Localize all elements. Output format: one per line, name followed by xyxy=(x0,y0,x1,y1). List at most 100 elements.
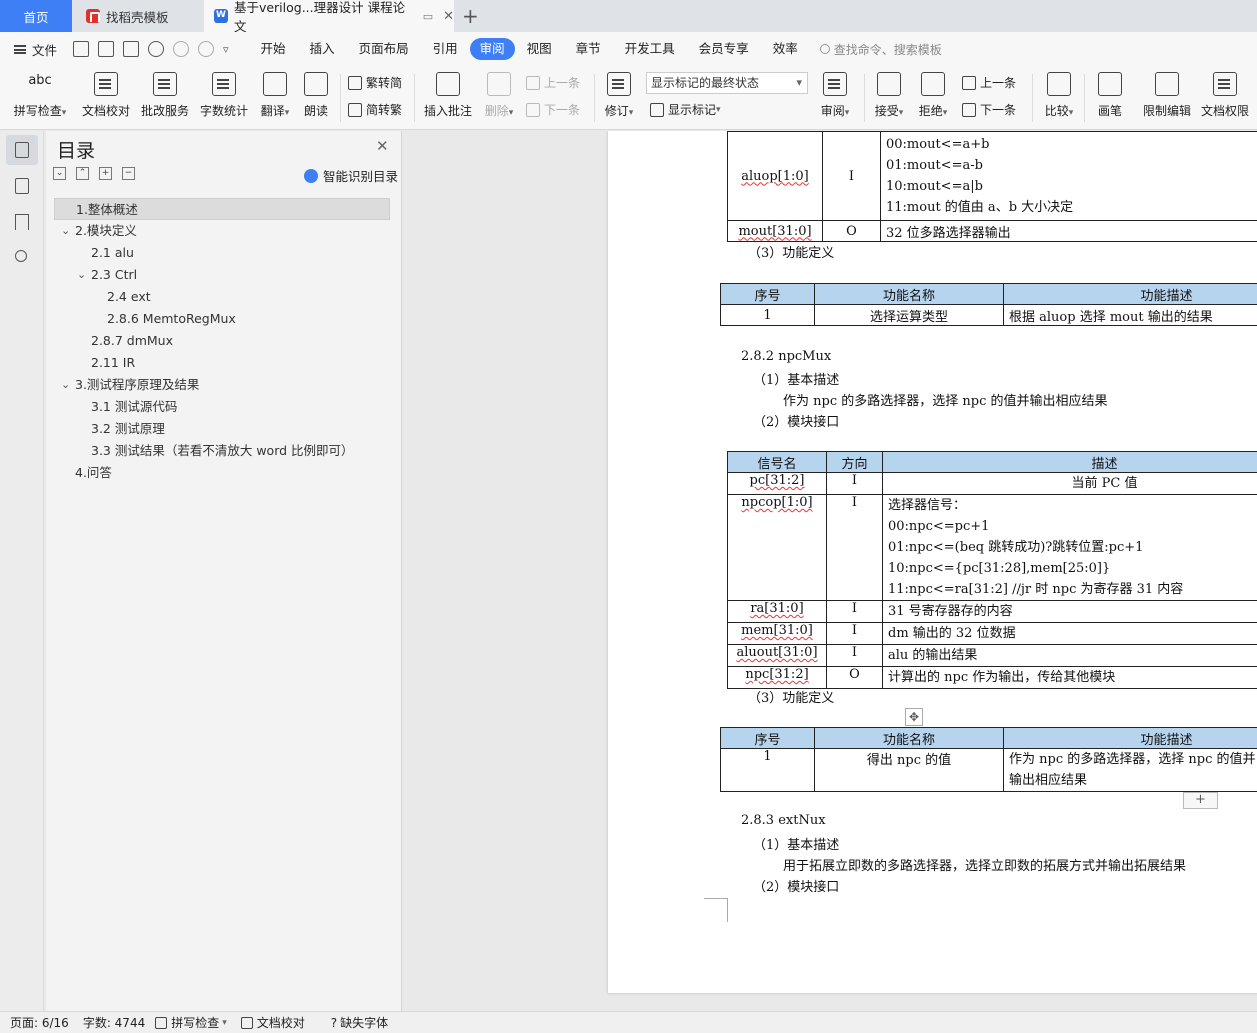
menu-tab-6[interactable]: 章节 xyxy=(564,38,613,60)
toc-item[interactable]: 3.1 测试源代码 xyxy=(54,396,390,418)
table-cell[interactable]: ra[31:0] xyxy=(727,600,827,623)
print-icon[interactable] xyxy=(123,41,140,57)
track-changes-button[interactable]: 修订▾ xyxy=(600,70,638,119)
delete-comment-button[interactable]: 删除▾ xyxy=(480,70,518,119)
tab-template[interactable]: 找稻壳模板 xyxy=(76,0,200,32)
toc-item[interactable]: ⌄ 2.模块定义 xyxy=(54,220,390,242)
table-cell[interactable]: aluout[31:0] xyxy=(727,644,827,667)
table-cell[interactable]: 选择运算类型 xyxy=(814,304,1004,326)
next-change-button[interactable]: 下一条 xyxy=(962,101,1016,118)
pen-button[interactable]: 画笔 xyxy=(1092,70,1128,119)
accept-button[interactable]: 接受▾ xyxy=(870,70,908,119)
markup-state-select[interactable]: 显示标记的最终状态 xyxy=(646,72,808,94)
table-cell[interactable]: 当前 PC 值 xyxy=(882,472,1257,495)
add-row-button[interactable]: + xyxy=(1183,792,1218,809)
table-cell[interactable]: 得出 npc 的值 xyxy=(814,748,1004,792)
add-level-icon[interactable]: + xyxy=(99,167,112,180)
table-cell[interactable]: 根据 aluop 选择 mout 输出的结果 xyxy=(1003,304,1257,326)
table-cell[interactable]: 32 位多路选择器输出 xyxy=(880,220,1257,242)
toc-item[interactable]: 2.1 alu xyxy=(54,242,390,264)
tab-document[interactable]: 基于verilog...理器设计 课程论文 ▭ ✕ xyxy=(204,0,454,34)
toc-item[interactable]: 3.2 测试原理 xyxy=(54,418,390,440)
table-cell[interactable]: I xyxy=(826,472,883,495)
menu-tab-2[interactable]: 页面布局 xyxy=(347,38,421,60)
spell-check-button[interactable]: abc 拼写检查▾ xyxy=(10,70,70,119)
table-cell[interactable]: mout[31:0] xyxy=(727,220,823,242)
table-cell[interactable]: 作为 npc 的多路选择器，选择 npc 的值并 输出相应结果 xyxy=(1003,748,1257,792)
table-cell[interactable]: I xyxy=(822,131,881,221)
prev-comment-button[interactable]: 上一条 xyxy=(526,74,580,91)
toc-item[interactable]: 2.8.7 dmMux xyxy=(54,330,390,352)
table-cell[interactable]: pc[31:2] xyxy=(727,472,827,495)
table-cell[interactable]: 31 号寄存器存的内容 xyxy=(882,600,1257,623)
chevron-down-icon[interactable]: ⌄ xyxy=(61,220,70,242)
reject-button[interactable]: 拒绝▾ xyxy=(914,70,952,119)
find-pane-button[interactable] xyxy=(6,243,38,273)
table-cell[interactable]: mem[31:0] xyxy=(727,622,827,645)
table-cell[interactable]: I xyxy=(826,622,883,645)
document-page[interactable]: aluop[1:0] I 00:mout<=a+b 01:mout<=a-b 1… xyxy=(608,131,1257,993)
table-cell[interactable]: I xyxy=(826,494,883,601)
toc-item[interactable]: 3.3 测试结果（若看不清放大 word 比例即可） xyxy=(54,440,390,462)
word-count-button[interactable]: 字数统计 xyxy=(198,70,250,119)
chevron-down-icon[interactable]: ⌄ xyxy=(61,374,70,396)
batch-service-button[interactable]: 批改服务 xyxy=(140,70,190,119)
restrict-edit-button[interactable]: 限制编辑 xyxy=(1140,70,1194,119)
table-cell[interactable]: O xyxy=(826,666,883,689)
expand-all-icon[interactable]: ⌄ xyxy=(53,167,66,180)
close-tab-icon[interactable]: ✕ xyxy=(443,9,454,24)
doc-permission-button[interactable]: 文档权限 xyxy=(1198,70,1252,119)
menu-tab-7[interactable]: 开发工具 xyxy=(613,38,687,60)
insert-comment-button[interactable]: 插入批注 xyxy=(422,70,474,119)
toc-item[interactable]: ⌄ 3.测试程序原理及结果 xyxy=(54,374,390,396)
toc-pane-button[interactable] xyxy=(6,135,38,165)
customize-chevron-icon[interactable]: ▿ xyxy=(223,43,229,56)
toc-item[interactable]: ⌄ 2.3 Ctrl xyxy=(54,264,390,286)
status-missing-font[interactable]: ? 缺失字体 xyxy=(331,1014,388,1031)
table-cell[interactable]: alu 的输出结果 xyxy=(882,644,1257,667)
table-cell[interactable]: 1 xyxy=(720,304,815,326)
menu-tab-9[interactable]: 效率 xyxy=(761,38,810,60)
table-cell[interactable]: O xyxy=(822,220,881,242)
new-tab-button[interactable]: + xyxy=(462,4,479,28)
menu-tab-4[interactable]: 审阅 xyxy=(469,38,515,60)
translate-button[interactable]: 翻译▾ xyxy=(256,70,294,119)
word-count-indicator[interactable]: 字数: 4744 xyxy=(83,1014,145,1031)
undo-icon[interactable] xyxy=(173,41,190,57)
bookmark-pane-button[interactable] xyxy=(6,207,38,237)
toc-item[interactable]: 2.8.6 MemtoRegMux xyxy=(54,308,390,330)
close-icon[interactable]: ✕ xyxy=(376,137,389,155)
menu-tab-3[interactable]: 引用 xyxy=(421,38,470,60)
table-cell[interactable]: npcop[1:0] xyxy=(727,494,827,601)
toc-item[interactable]: 2.4 ext xyxy=(54,286,390,308)
table-cell[interactable]: I xyxy=(826,644,883,667)
table-cell[interactable]: I xyxy=(826,600,883,623)
save-icon[interactable] xyxy=(73,41,90,57)
page-indicator[interactable]: 页面: 6/16 xyxy=(10,1014,69,1031)
table-cell[interactable]: npc[31:2] xyxy=(727,666,827,689)
toc-item[interactable]: 2.11 IR xyxy=(54,352,390,374)
print-preview-icon[interactable] xyxy=(148,41,165,57)
menu-tab-1[interactable]: 插入 xyxy=(298,38,347,60)
table-cell[interactable]: 1 xyxy=(720,748,815,792)
table-cell[interactable]: dm 输出的 32 位数据 xyxy=(882,622,1257,645)
table-cell[interactable]: aluop[1:0] xyxy=(727,131,823,221)
collapse-all-icon[interactable]: ⌃ xyxy=(76,167,89,180)
toc-item[interactable]: 4.问答 xyxy=(54,462,390,484)
tab-home[interactable]: 首页 xyxy=(0,0,72,32)
table-move-handle-icon[interactable]: ✥ xyxy=(905,708,923,726)
export-pdf-icon[interactable] xyxy=(98,41,115,57)
table-cell[interactable]: 选择器信号： 00:npc<=pc+1 01:npc<=(beq 跳转成功)?跳转位… xyxy=(882,494,1257,601)
remove-level-icon[interactable]: − xyxy=(122,167,135,180)
menu-tab-5[interactable]: 视图 xyxy=(515,38,564,60)
smart-toc-button[interactable]: 智能识别目录 xyxy=(304,166,398,185)
file-menu[interactable]: 文件 xyxy=(14,40,57,59)
redo-icon[interactable] xyxy=(198,41,215,57)
menu-tab-8[interactable]: 会员专享 xyxy=(687,38,761,60)
table-cell[interactable]: 计算出的 npc 作为输出，传给其他模块 xyxy=(882,666,1257,689)
review-pane-button[interactable]: 审阅▾ xyxy=(816,70,854,119)
table-cell[interactable]: 00:mout<=a+b 01:mout<=a-b 10:mout<=a|b 1… xyxy=(880,131,1257,221)
show-markup-button[interactable]: 显示标记 ▾ xyxy=(650,101,721,118)
restore-window-icon[interactable]: ▭ xyxy=(423,10,433,23)
simp-to-trad-button[interactable]: 简转繁 xyxy=(348,101,402,118)
